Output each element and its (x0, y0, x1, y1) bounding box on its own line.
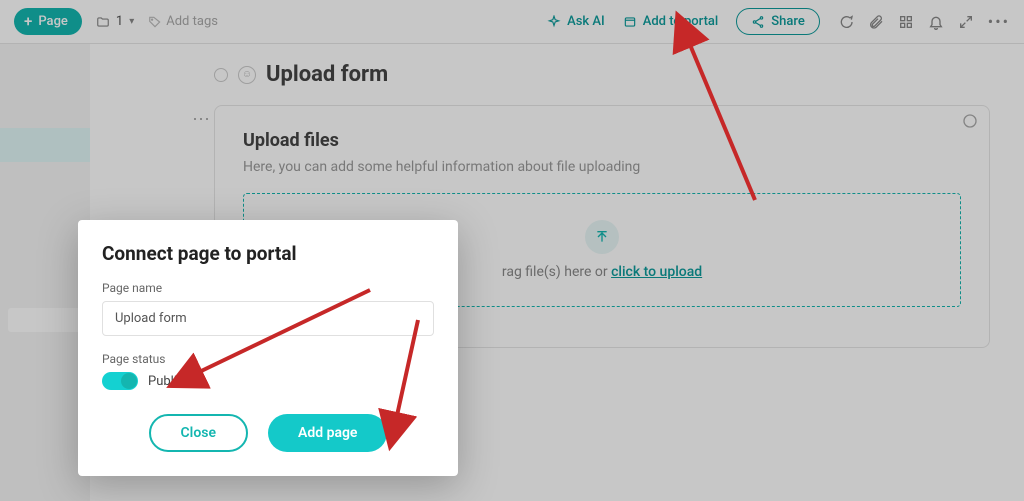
connect-portal-modal: Connect page to portal Page name Page st… (78, 220, 458, 476)
page-status-value: Published (148, 374, 205, 389)
modal-title: Connect page to portal (102, 242, 434, 265)
close-button[interactable]: Close (149, 414, 248, 452)
page-status-label: Page status (102, 352, 434, 366)
page-name-label: Page name (102, 281, 434, 295)
page-name-input[interactable] (102, 301, 434, 336)
add-page-button[interactable]: Add page (268, 414, 387, 452)
page-status-toggle[interactable] (102, 372, 138, 390)
